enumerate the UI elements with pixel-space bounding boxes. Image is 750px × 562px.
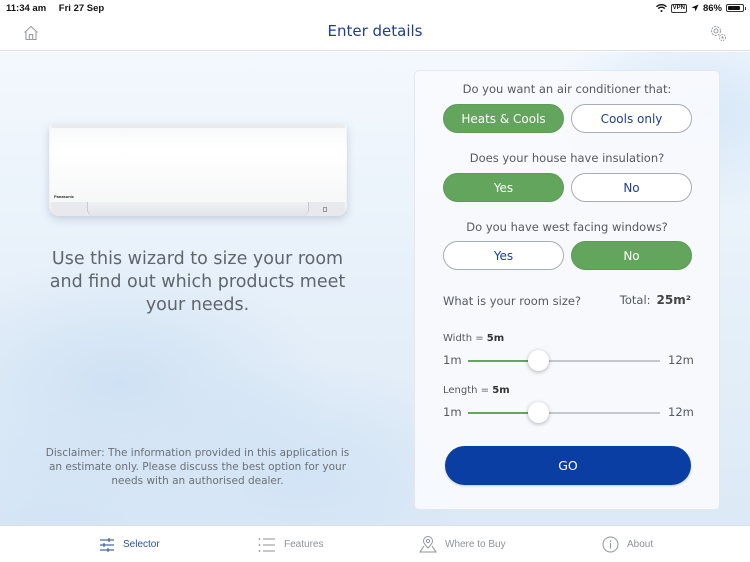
air-conditioner-image: Panasonic: [49, 124, 347, 216]
length-slider-label: Length = 5m: [443, 385, 510, 396]
navigation-bar: Enter details: [0, 16, 750, 51]
width-max-label: 12m: [668, 353, 694, 367]
ac-indicator: [323, 207, 327, 212]
width-slider-thumb[interactable]: [527, 350, 549, 371]
intro-text: Use this wizard to size your room and fi…: [49, 249, 346, 315]
length-slider[interactable]: [468, 402, 660, 423]
location-icon: [691, 4, 699, 12]
tab-about[interactable]: About: [602, 526, 653, 562]
room-total-label: Total:: [619, 293, 651, 307]
length-label-text: Length =: [443, 385, 493, 396]
tab-selector[interactable]: Selector: [99, 526, 160, 562]
room-total-value: 25m²: [656, 293, 691, 307]
status-bar: 11:34 am Fri 27 Sep VPN 86%: [0, 0, 750, 16]
width-slider-label: Width = 5m: [443, 333, 504, 344]
info-icon: [602, 536, 619, 553]
battery-icon: [726, 4, 746, 12]
cools-only-button[interactable]: Cools only: [571, 104, 692, 133]
tab-bar: Selector Features Where to Buy About: [0, 525, 750, 562]
status-date: Fri 27 Sep: [58, 2, 105, 14]
ac-bottom-right: [309, 202, 345, 216]
insulation-no-button[interactable]: No: [571, 173, 692, 202]
tab-features[interactable]: Features: [258, 526, 323, 562]
map-pin-icon: [419, 536, 437, 553]
tab-selector-label: Selector: [123, 539, 160, 550]
status-left: 11:34 am Fri 27 Sep: [6, 3, 114, 14]
list-icon: [258, 537, 275, 552]
room-total: Total: 25m²: [620, 293, 691, 307]
battery-percent: 86%: [702, 2, 722, 14]
vpn-icon: VPN: [670, 3, 687, 13]
heats-cools-button[interactable]: Heats & Cools: [443, 104, 564, 133]
width-value: 5m: [486, 333, 505, 344]
room-size-label: What is your room size?: [443, 294, 582, 308]
length-value: 5m: [492, 385, 510, 396]
go-button[interactable]: GO: [445, 446, 691, 485]
sliders-icon: [100, 537, 114, 552]
width-slider[interactable]: [468, 350, 660, 371]
tab-where-to-buy-label: Where to Buy: [445, 539, 506, 550]
disclaimer-text: Disclaimer: The information provided in …: [45, 447, 350, 487]
ac-bottom-left: [51, 202, 87, 216]
ac-brand-logo: Panasonic: [54, 194, 75, 199]
page-title: Enter details: [327, 22, 423, 40]
main-content: Panasonic Use this wizard to size your r…: [0, 52, 750, 525]
length-min-label: 1m: [443, 405, 462, 419]
length-max-label: 12m: [668, 405, 694, 419]
question-west-windows: Do you have west facing windows?: [466, 220, 668, 234]
west-windows-yes-button[interactable]: Yes: [443, 241, 564, 270]
battery-fill: [728, 6, 741, 10]
insulation-yes-button[interactable]: Yes: [443, 173, 564, 202]
west-windows-no-button[interactable]: No: [571, 241, 692, 270]
settings-icon[interactable]: [708, 23, 728, 43]
question-insulation: Does your house have insulation?: [469, 151, 665, 165]
details-form-panel: Do you want an air conditioner that: Hea…: [414, 70, 720, 510]
length-slider-thumb[interactable]: [527, 402, 549, 423]
tab-where-to-buy[interactable]: Where to Buy: [419, 526, 506, 562]
width-label-text: Width =: [443, 333, 487, 344]
ac-louver: [87, 202, 309, 216]
ac-top-edge: [51, 124, 345, 128]
status-time: 11:34 am: [6, 2, 47, 14]
width-min-label: 1m: [443, 353, 462, 367]
wifi-icon: [655, 4, 667, 12]
question-ac-type: Do you want an air conditioner that:: [462, 82, 672, 96]
tab-about-label: About: [627, 539, 654, 550]
tab-features-label: Features: [284, 539, 324, 550]
status-right: VPN 86%: [655, 2, 746, 14]
